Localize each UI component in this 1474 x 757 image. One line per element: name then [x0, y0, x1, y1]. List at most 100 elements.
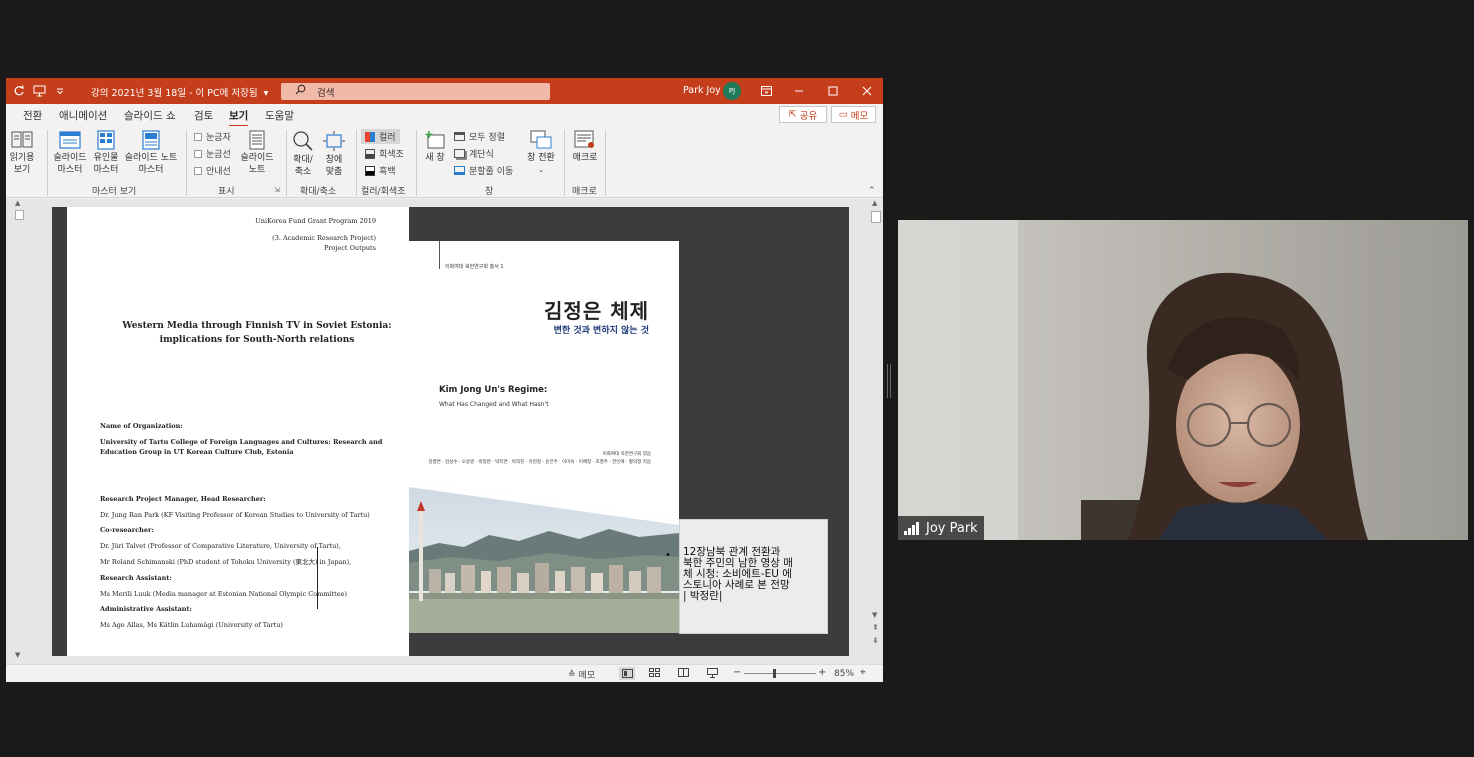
scroll-down-icon[interactable]: ▼ — [15, 651, 20, 659]
tab-animations[interactable]: 애니메이션 — [59, 108, 107, 123]
collapse-ribbon-icon[interactable]: ⌃ — [868, 186, 876, 196]
next-slide-icon[interactable]: ⇟ — [872, 637, 879, 645]
doc-header-line: UniKorea Fund Grant Program 2019 — [255, 217, 376, 225]
notes-toggle-button[interactable]: ≙ 메모 — [568, 668, 595, 682]
guides-checkbox[interactable]: 안내선 — [194, 164, 231, 177]
user-name[interactable]: Park Joy — [683, 85, 721, 96]
previous-slide-icon[interactable]: ⇞ — [872, 624, 879, 632]
slide-sorter-icon[interactable] — [649, 668, 660, 680]
doc-text: Mr Roland Schimanski (PhD student of Toh… — [100, 558, 352, 566]
chevron-down-icon: ▾ — [263, 88, 269, 99]
refresh-icon[interactable] — [12, 78, 26, 104]
book-series: 이화여대 북한연구회 총서 1 — [445, 264, 504, 270]
doc-header-line: (3. Academic Research Project) — [272, 234, 376, 242]
group-label-master: 마스터 보기 — [92, 187, 137, 197]
book-authors: 김병연 · 김성수 · 오승영 · 박정란 · 박지연 · 박희진 · 유현정 … — [428, 460, 651, 465]
title-bar: 강의 2021년 3월 18일 - 이 PC에 저장됨 ▾ 검색 Park Jo… — [6, 78, 883, 104]
switch-window-button[interactable]: 창 전환 ⌄ — [524, 130, 558, 176]
ribbon-display-icon[interactable] — [758, 78, 774, 104]
participant-video[interactable]: Joy Park — [898, 220, 1468, 540]
group-label-zoom: 확대/축소 — [300, 187, 337, 197]
search-box[interactable]: 검색 — [281, 83, 550, 100]
slide-scrollbar[interactable]: ▲ ▼ ⇞ ⇟ — [870, 199, 883, 664]
grayscale-icon — [365, 148, 375, 159]
scroll-up-icon[interactable]: ▲ — [872, 199, 877, 207]
comments-button[interactable]: ▭ 메모 — [831, 106, 876, 123]
group-label-macro: 매크로 — [572, 187, 597, 197]
macros-button[interactable]: 매크로 — [568, 130, 602, 164]
group-label-window: 창 — [485, 187, 494, 197]
reading-view-icon — [11, 131, 33, 148]
menu-bar: 전환 애니메이션 슬라이드 쇼 검토 보기 도움말 ⇱ 공유 ▭ 메모 — [6, 104, 883, 127]
reading-view-button[interactable]: 읽기용 보기 — [6, 130, 42, 176]
slideshow-icon[interactable] — [707, 668, 718, 681]
slide-text-box[interactable]: • 12장남북 관계 전환과 북한 주민의 남한 영상 매체 시청: 소비에트-… — [665, 519, 828, 634]
book-english-subtitle: What Has Changed and What Hasn't — [439, 401, 549, 408]
tab-view[interactable]: 보기 — [229, 108, 249, 127]
scrollbar-thumb[interactable] — [15, 210, 24, 220]
document-page-image: UniKorea Fund Grant Program 2019 (3. Aca… — [67, 207, 409, 656]
comment-icon: ▭ — [838, 109, 848, 120]
book-title: 김정은 체제 — [544, 299, 649, 323]
normal-view-icon[interactable] — [619, 667, 635, 680]
move-split-button[interactable]: 분할줄 이동 — [454, 164, 513, 177]
doc-title-line: implications for South-North relations — [159, 335, 355, 345]
search-icon — [295, 84, 306, 98]
book-publisher: 이화여대 북한연구회 엮음 — [602, 452, 651, 457]
tab-review[interactable]: 검토 — [194, 108, 213, 123]
doc-text: Ms Merili Luuk (Media manager at Estonia… — [100, 590, 348, 598]
tab-slideshow[interactable]: 슬라이드 쇼 — [124, 108, 176, 123]
maximize-icon[interactable] — [825, 78, 841, 104]
tab-help[interactable]: 도움말 — [265, 108, 294, 123]
ruler-checkbox[interactable]: 눈금자 — [194, 130, 231, 143]
arrange-all-icon — [454, 132, 465, 141]
new-window-button[interactable]: 새 창 — [420, 130, 450, 164]
handout-master-button[interactable]: 유인물 마스터 — [89, 130, 123, 176]
fit-to-window-button[interactable]: 창에 맞춤 — [320, 130, 348, 178]
notes-button[interactable]: 슬라이드 노트 — [237, 130, 277, 176]
screen: 강의 2021년 3월 18일 - 이 PC에 저장됨 ▾ 검색 Park Jo… — [0, 0, 1474, 757]
share-button[interactable]: ⇱ 공유 — [779, 106, 827, 123]
zoom-slider[interactable] — [744, 669, 816, 678]
arrange-all-button[interactable]: 모두 정렬 — [454, 130, 505, 143]
reading-view-icon[interactable] — [678, 668, 689, 680]
cascade-icon — [454, 149, 465, 158]
customize-toolbar-icon[interactable] — [55, 78, 65, 104]
scrollbar-thumb[interactable] — [871, 211, 881, 223]
zoom-out-icon[interactable]: − — [733, 667, 741, 678]
ribbon: 읽기용 보기 슬라이드 마스터 유인물 마스터 슬라이드 노트 마스터 마스터 … — [6, 126, 883, 198]
slide-note-text[interactable]: 12장남북 관계 전환과 북한 주민의 남한 영상 매체 시청: 소비에트-EU… — [683, 547, 793, 602]
slideshow-start-icon[interactable] — [32, 78, 46, 104]
powerpoint-window: 강의 2021년 3월 18일 - 이 PC에 저장됨 ▾ 검색 Park Jo… — [6, 78, 883, 682]
zoom-level[interactable]: 85% — [834, 669, 854, 679]
move-split-icon — [454, 166, 465, 175]
cover-rule — [439, 241, 440, 269]
notes-master-icon — [142, 130, 160, 150]
cascade-button[interactable]: 계단식 — [454, 147, 494, 160]
doc-label: Research Assistant: — [100, 574, 172, 582]
color-button[interactable]: 컬러 — [361, 129, 400, 144]
share-icon: ⇱ — [788, 109, 797, 120]
notes-master-button[interactable]: 슬라이드 노트 마스터 — [122, 130, 180, 176]
document-title[interactable]: 강의 2021년 3월 18일 - 이 PC에 저장됨 ▾ — [91, 85, 268, 99]
gridlines-checkbox[interactable]: 눈금선 — [194, 147, 231, 160]
panel-splitter[interactable] — [887, 364, 891, 398]
slide-canvas[interactable]: UniKorea Fund Grant Program 2019 (3. Aca… — [52, 207, 849, 656]
scroll-up-icon[interactable]: ▲ — [15, 199, 20, 207]
scroll-down-icon[interactable]: ▼ — [872, 611, 877, 619]
close-icon[interactable] — [859, 78, 875, 104]
zoom-button[interactable]: 확대/ 축소 — [289, 130, 317, 178]
city-skyline-photo — [409, 481, 679, 633]
minimize-icon[interactable] — [791, 78, 807, 104]
tab-transitions[interactable]: 전환 — [23, 108, 42, 123]
thumbnail-scrollbar[interactable]: ▲ ▼ — [14, 199, 26, 664]
avatar[interactable]: PJ — [723, 82, 741, 100]
doc-label: Administrative Assistant: — [100, 605, 192, 613]
black-white-button[interactable]: 흑백 — [365, 164, 396, 177]
grayscale-button[interactable]: 회색조 — [365, 147, 404, 160]
slide-master-button[interactable]: 슬라이드 마스터 — [52, 130, 88, 176]
dialog-launcher-icon[interactable]: ⇲ — [274, 186, 280, 194]
fit-slide-icon[interactable]: ⌖ — [860, 667, 866, 678]
zoom-in-icon[interactable]: + — [818, 667, 826, 678]
zoom-slider-thumb[interactable] — [773, 669, 776, 678]
